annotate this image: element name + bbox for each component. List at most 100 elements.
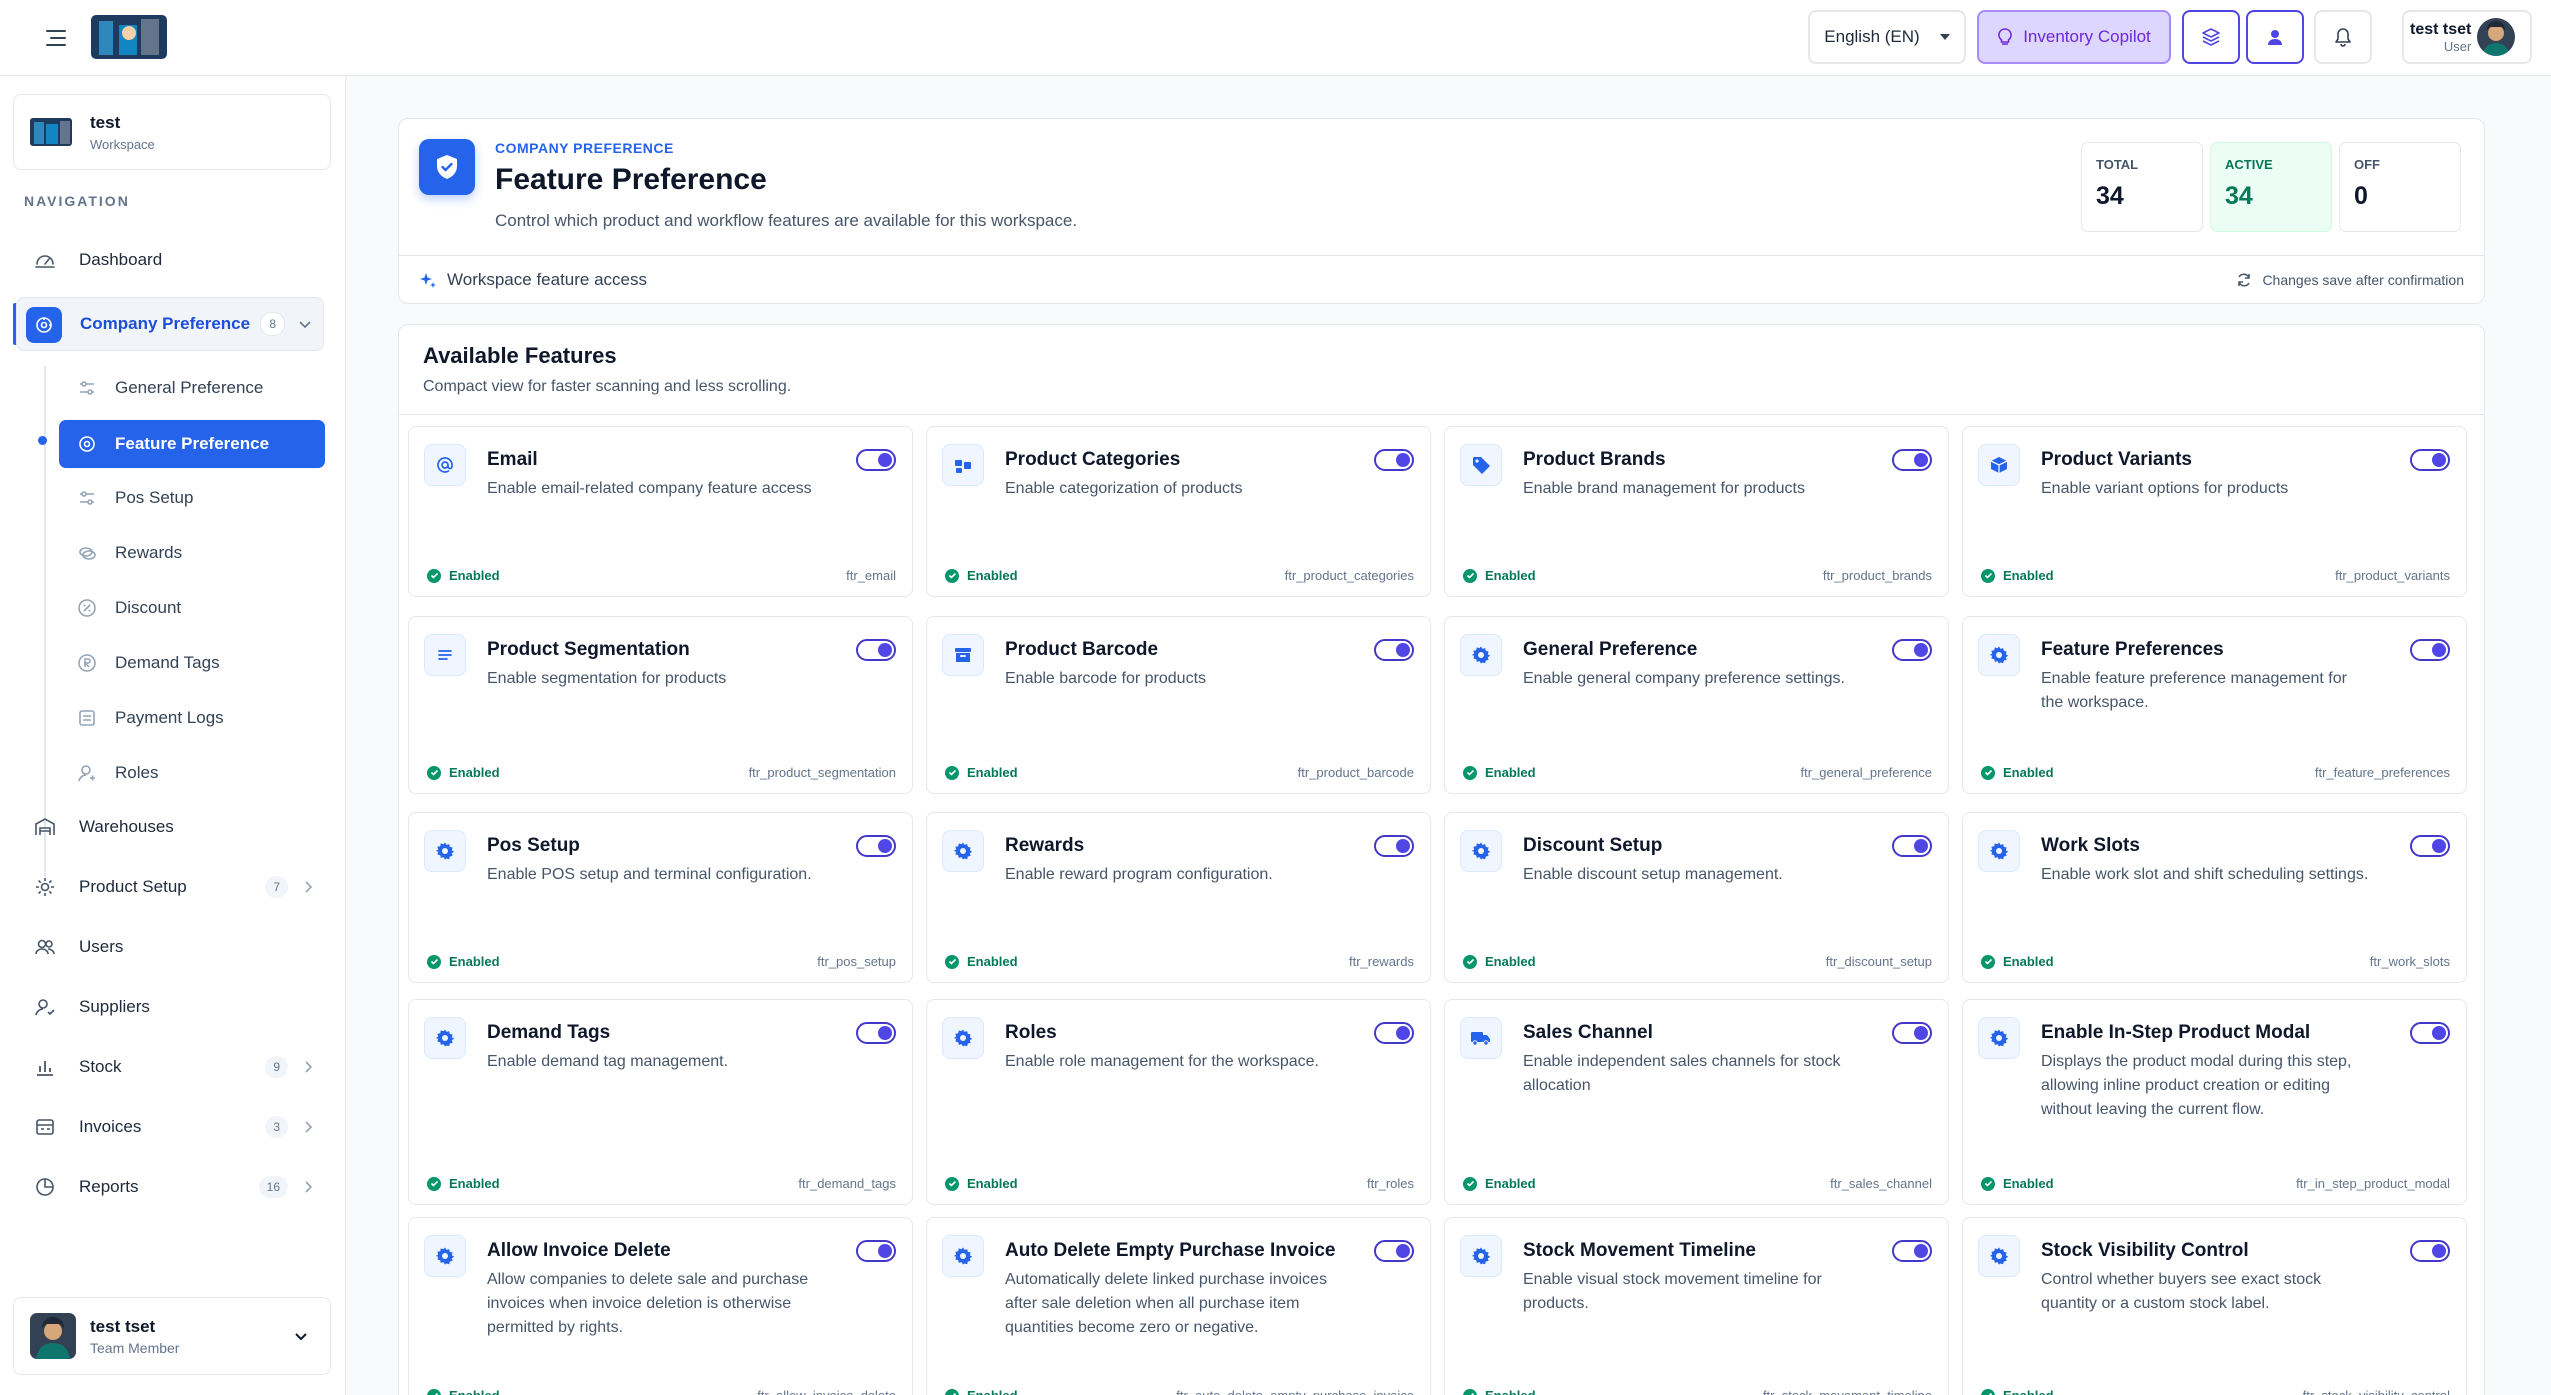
feature-description: Allow companies to delete sale and purch…: [487, 1271, 809, 1336]
subitem-feature-preference[interactable]: Feature Preference: [59, 420, 325, 468]
account-card[interactable]: test tset Team Member: [13, 1297, 331, 1375]
status-label: Enabled: [967, 765, 1018, 780]
agent-button[interactable]: [2246, 10, 2304, 64]
feature-toggle[interactable]: [2410, 639, 2450, 661]
sidebar-item-invoices[interactable]: Invoices 3: [14, 1104, 326, 1150]
workspace-name: test: [90, 112, 121, 132]
feature-key: ftr_email: [846, 568, 896, 583]
feature-title: Rewards: [1005, 835, 1085, 856]
divider: [399, 414, 2484, 415]
count-badge: 8: [260, 312, 285, 336]
subitem-rewards[interactable]: Rewards: [59, 531, 325, 575]
notifications-button[interactable]: [2314, 10, 2372, 64]
status-badge: Enabled: [945, 765, 1018, 780]
lightbulb-icon: [1998, 28, 2013, 45]
feature-key: ftr_product_brands: [1822, 568, 1932, 583]
status-label: Enabled: [1485, 1388, 1536, 1395]
subitem-pos-setup[interactable]: Pos Setup: [59, 476, 325, 520]
workspace-logo: [30, 118, 72, 146]
feature-toggle[interactable]: [1892, 1240, 1932, 1262]
app-logo[interactable]: [91, 15, 167, 59]
sidebar-item-reports[interactable]: Reports 16: [14, 1164, 326, 1210]
logs-icon: [79, 710, 95, 726]
feature-toggle[interactable]: [1374, 1240, 1414, 1262]
feature-card: Pos Setup Enable POS setup and terminal c…: [408, 812, 913, 983]
feature-toggle[interactable]: [1374, 1022, 1414, 1044]
feature-title: Sales Channel: [1523, 1022, 1653, 1043]
status-badge: Enabled: [427, 1176, 500, 1191]
gear-icon: [1460, 830, 1502, 872]
feature-title: Discount Setup: [1523, 835, 1663, 856]
feature-title: Stock Movement Timeline: [1523, 1240, 1756, 1261]
feature-toggle[interactable]: [856, 449, 896, 471]
gear-icon: [942, 1235, 984, 1277]
stat-value: 34: [2225, 182, 2253, 210]
user-menu[interactable]: test tset User: [2402, 10, 2532, 64]
feature-toggle[interactable]: [2410, 1022, 2450, 1044]
sidebar-item-users[interactable]: Users: [14, 924, 326, 970]
stat-value: 0: [2354, 182, 2368, 210]
page-title: Feature Preference: [495, 163, 767, 196]
bell-icon: [2335, 28, 2351, 47]
menu-icon[interactable]: [40, 22, 72, 54]
feature-toggle[interactable]: [1374, 449, 1414, 471]
feature-description: Enable demand tag management.: [487, 1053, 729, 1070]
feature-title: Enable In-Step Product Modal: [2041, 1022, 2311, 1043]
sidebar-item-warehouses[interactable]: Warehouses: [14, 804, 326, 850]
chevron-down-icon: [295, 1333, 307, 1341]
feature-toggle[interactable]: [1892, 835, 1932, 857]
sidebar-item-label: Users: [79, 937, 124, 956]
sidebar-item-product-setup[interactable]: Product Setup 7: [14, 864, 326, 910]
subitem-general-preference[interactable]: General Preference: [59, 366, 325, 410]
feature-title: Email: [487, 449, 538, 470]
workspace-switcher[interactable]: test Workspace: [13, 94, 331, 170]
check-icon: [945, 1388, 959, 1395]
layers-button[interactable]: [2182, 10, 2240, 64]
sidebar-item-suppliers[interactable]: Suppliers: [14, 984, 326, 1030]
feature-key: ftr_in_step_product_modal: [2296, 1176, 2450, 1191]
feature-toggle[interactable]: [856, 639, 896, 661]
feature-key: ftr_stock_movement_timeline: [1763, 1388, 1932, 1395]
sidebar-item-dashboard[interactable]: Dashboard: [14, 237, 326, 283]
sidebar-item-label: Warehouses: [79, 817, 174, 836]
sidebar-item-company-preference[interactable]: Company Preference 8: [16, 297, 324, 351]
feature-description: Enable role management for the workspace…: [1005, 1053, 1319, 1070]
subitem-payment-logs[interactable]: Payment Logs: [59, 696, 325, 740]
feature-key: ftr_roles: [1367, 1176, 1414, 1191]
feature-title: General Preference: [1523, 639, 1698, 660]
stat-active: ACTIVE 34: [2210, 142, 2332, 232]
count-badge: 3: [265, 1116, 288, 1138]
subitem-roles[interactable]: Roles: [59, 751, 325, 795]
chevron-right-icon: [305, 1061, 313, 1073]
feature-toggle[interactable]: [1892, 639, 1932, 661]
subitem-label: Demand Tags: [115, 653, 220, 672]
feature-description: Displays the product modal during this s…: [2041, 1053, 2352, 1118]
feature-toggle[interactable]: [2410, 449, 2450, 471]
header-user-name: test tset: [2410, 20, 2472, 38]
feature-toggle[interactable]: [856, 835, 896, 857]
feature-card: Auto Delete Empty Purchase Invoice Automa…: [926, 1217, 1431, 1395]
subitem-demand-tags[interactable]: Demand Tags: [59, 641, 325, 685]
feature-description: Enable reward program configuration.: [1005, 866, 1273, 883]
footer-user-name: test tset: [90, 1316, 156, 1336]
sidebar-item-label: Stock: [79, 1057, 122, 1076]
language-select[interactable]: English (EN): [1808, 10, 1966, 64]
subitem-label: General Preference: [115, 378, 264, 397]
inventory-copilot-button[interactable]: Inventory Copilot: [1977, 10, 2171, 64]
status-badge: Enabled: [1463, 1388, 1536, 1395]
feature-toggle[interactable]: [856, 1022, 896, 1044]
page-eyebrow: COMPANY PREFERENCE: [495, 140, 674, 156]
feature-toggle[interactable]: [2410, 1240, 2450, 1262]
feature-description: Enable discount setup management.: [1523, 866, 1783, 883]
feature-toggle[interactable]: [1892, 449, 1932, 471]
feature-toggle[interactable]: [2410, 835, 2450, 857]
section-subtitle: Compact view for faster scanning and les…: [423, 378, 792, 395]
status-label: Enabled: [449, 1176, 500, 1191]
subitem-discount[interactable]: Discount: [59, 586, 325, 630]
feature-toggle[interactable]: [1374, 835, 1414, 857]
sidebar-item-stock[interactable]: Stock 9: [14, 1044, 326, 1090]
feature-card: Email Enable email-related company featur…: [408, 426, 913, 597]
feature-toggle[interactable]: [1892, 1022, 1932, 1044]
feature-toggle[interactable]: [1374, 639, 1414, 661]
feature-toggle[interactable]: [856, 1240, 896, 1262]
